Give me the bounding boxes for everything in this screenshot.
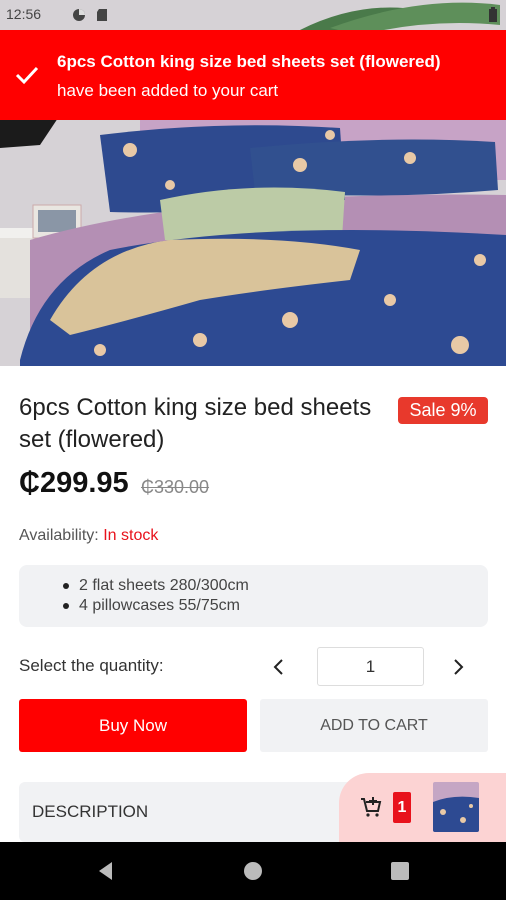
status-time: 12:56 xyxy=(6,6,42,22)
quantity-decrease-button[interactable] xyxy=(264,652,294,682)
add-to-cart-button[interactable]: ADD TO CART xyxy=(260,699,488,752)
system-navigation-bar xyxy=(0,842,506,900)
quantity-label: Select the quantity: xyxy=(19,656,164,675)
check-icon xyxy=(15,66,39,85)
back-icon[interactable] xyxy=(94,859,118,883)
cart-count-badge: 1 xyxy=(393,792,411,823)
floating-cart[interactable]: 1 xyxy=(339,773,506,842)
product-features: 2 flat sheets 280/300cm 4 pillowcases 55… xyxy=(19,565,488,627)
original-price: ₵330.00 xyxy=(141,477,210,497)
added-to-cart-toast: 6pcs Cotton king size bed sheets set (fl… xyxy=(0,30,506,120)
current-price: ₵299.95 xyxy=(19,467,129,499)
quantity-increase-button[interactable] xyxy=(443,652,473,682)
product-thumbnail-image xyxy=(433,782,479,832)
toast-message: have been added to your cart xyxy=(57,81,279,100)
buy-now-button[interactable]: Buy Now xyxy=(19,699,247,752)
recent-apps-icon[interactable] xyxy=(388,859,412,883)
availability: Availability: In stock xyxy=(19,527,158,545)
availability-label: Availability: xyxy=(19,527,99,544)
add-to-cart-icon xyxy=(361,797,382,817)
toast-title: 6pcs Cotton king size bed sheets set (fl… xyxy=(57,52,441,71)
battery-icon xyxy=(489,7,497,22)
quantity-input[interactable] xyxy=(317,647,424,686)
sale-badge: Sale 9% xyxy=(398,397,488,424)
chevron-left-icon xyxy=(273,659,283,675)
availability-status: In stock xyxy=(103,527,159,544)
feature-item: 2 flat sheets 280/300cm xyxy=(63,577,249,594)
chevron-right-icon xyxy=(454,659,464,675)
product-title: 6pcs Cotton king size bed sheets set (fl… xyxy=(19,394,372,453)
home-icon[interactable] xyxy=(241,859,265,883)
cart-item-thumbnail[interactable] xyxy=(433,782,479,832)
status-bar: 12:56 xyxy=(0,0,506,30)
data-saver-icon xyxy=(73,9,85,21)
description-label: DESCRIPTION xyxy=(32,802,149,821)
feature-item: 4 pillowcases 55/75cm xyxy=(63,596,249,616)
sd-card-icon xyxy=(97,9,107,21)
